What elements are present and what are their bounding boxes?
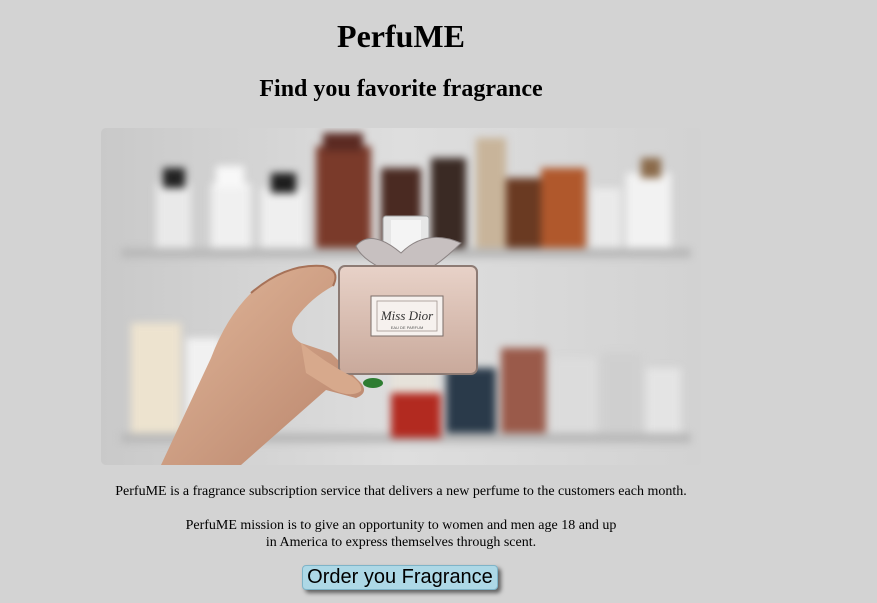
order-fragrance-button[interactable]: Order you Fragrance [302, 565, 498, 590]
mission-line-2: in America to express themselves through… [265, 535, 537, 550]
mission-line-1: PerfuME mission is to give an opportunit… [185, 518, 617, 533]
service-description: PerfuME is a fragrance subscription serv… [115, 484, 687, 499]
bottle-sublabel: EAU DE PARFUM [391, 325, 424, 330]
page: PerfuME Find you favorite fragrance Miss… [0, 0, 877, 603]
site-title: PerfuME [337, 18, 465, 54]
bottle-label: Miss Dior [380, 308, 434, 323]
hero-image: Miss Dior EAU DE PARFUM [101, 128, 701, 465]
perfume-photo-illustration: Miss Dior EAU DE PARFUM [101, 128, 701, 465]
page-subtitle: Find you favorite fragrance [259, 76, 543, 102]
mission-statement: PerfuME mission is to give an opportunit… [0, 517, 802, 551]
